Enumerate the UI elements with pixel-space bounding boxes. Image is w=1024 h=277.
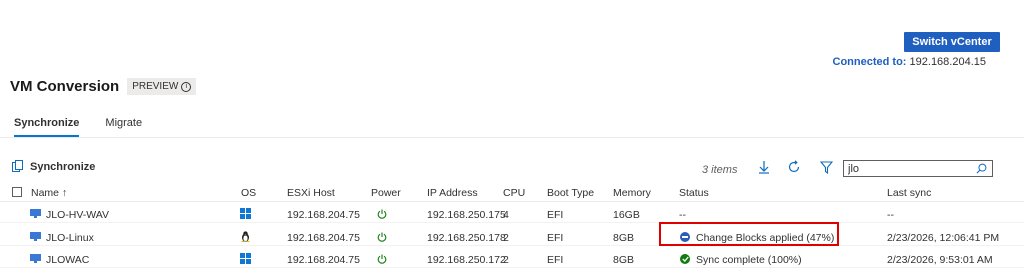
- vm-monitor-icon: [30, 254, 41, 263]
- status-text: --: [679, 209, 686, 221]
- vm-monitor-icon: [30, 232, 41, 241]
- items-count: 3 items: [702, 164, 738, 176]
- boot-type: EFI: [547, 254, 564, 266]
- cpu: 2: [503, 232, 509, 244]
- cpu: 2: [503, 254, 509, 266]
- refresh-icon[interactable]: [786, 159, 802, 175]
- sync-copy-icon: [12, 160, 23, 172]
- esxi-host: 192.168.204.75: [287, 209, 360, 221]
- windows-icon: [240, 208, 251, 219]
- power-on-icon: [377, 254, 387, 264]
- tab-bar: Synchronize Migrate: [14, 117, 168, 137]
- cpu: 4: [503, 209, 509, 221]
- tab-migrate[interactable]: Migrate: [105, 117, 142, 137]
- table-row[interactable]: JLO-HV-WAV 192.168.204.75 192.168.250.17…: [0, 205, 1024, 223]
- connected-value: 192.168.204.15: [909, 56, 986, 68]
- search-icon[interactable]: [976, 163, 987, 174]
- title-row: VM Conversion PREVIEW i: [10, 78, 197, 95]
- page-title: VM Conversion: [10, 78, 120, 95]
- column-header-cpu[interactable]: CPU: [503, 187, 525, 199]
- last-sync: 2/23/2026, 12:06:41 PM: [887, 232, 1000, 244]
- vm-name: JLO-HV-WAV: [46, 209, 110, 221]
- memory: 8GB: [613, 232, 635, 244]
- select-all-checkbox[interactable]: [12, 187, 22, 197]
- column-header-power[interactable]: Power: [371, 187, 401, 199]
- boot-type: EFI: [547, 209, 564, 221]
- tab-synchronize[interactable]: Synchronize: [14, 117, 80, 137]
- esxi-host: 192.168.204.75: [287, 232, 360, 244]
- preview-badge-label: PREVIEW: [132, 81, 179, 92]
- preview-badge[interactable]: PREVIEW i: [127, 78, 197, 95]
- last-sync: --: [887, 209, 894, 221]
- tab-divider: [0, 137, 1024, 138]
- esxi-host: 192.168.204.75: [287, 254, 360, 266]
- column-header-status[interactable]: Status: [679, 187, 709, 199]
- ip-address: 192.168.250.175: [427, 209, 506, 221]
- search-box[interactable]: [843, 160, 993, 177]
- column-header-ip-address[interactable]: IP Address: [427, 187, 478, 199]
- synchronize-action[interactable]: Synchronize: [12, 160, 95, 173]
- table-row[interactable]: JLOWAC 192.168.204.75 192.168.250.172 2 …: [0, 250, 1024, 268]
- download-icon[interactable]: [756, 159, 772, 175]
- boot-type: EFI: [547, 232, 564, 244]
- vm-monitor-icon: [30, 209, 41, 218]
- vm-name: JLOWAC: [46, 254, 90, 266]
- ip-address: 192.168.250.178: [427, 232, 506, 244]
- checkmark-icon: [680, 254, 690, 264]
- switch-vcenter-button[interactable]: Switch vCenter: [904, 32, 1000, 52]
- search-input[interactable]: [848, 162, 968, 175]
- power-on-icon: [377, 232, 387, 242]
- table-header: Name ↑ OS ESXi Host Power IP Address CPU…: [0, 182, 1024, 202]
- column-header-last-sync[interactable]: Last sync: [887, 187, 931, 199]
- last-sync: 2/23/2026, 9:53:01 AM: [887, 254, 993, 266]
- vm-name: JLO-Linux: [46, 232, 94, 244]
- linux-tux-icon: [241, 231, 250, 242]
- status-text: Sync complete (100%): [696, 254, 802, 266]
- filter-icon[interactable]: [818, 159, 834, 175]
- power-on-icon: [377, 209, 387, 219]
- connection-status: Connected to: 192.168.204.15: [833, 56, 986, 68]
- memory: 16GB: [613, 209, 640, 221]
- column-header-boot-type[interactable]: Boot Type: [547, 187, 594, 199]
- synchronize-label: Synchronize: [30, 160, 96, 173]
- memory: 8GB: [613, 254, 635, 266]
- ip-address: 192.168.250.172: [427, 254, 506, 266]
- column-header-memory[interactable]: Memory: [613, 187, 651, 199]
- table-row[interactable]: JLO-Linux 192.168.204.75 192.168.250.178…: [0, 228, 1024, 246]
- column-header-esxi-host[interactable]: ESXi Host: [287, 187, 335, 199]
- column-header-os[interactable]: OS: [241, 187, 256, 199]
- connected-label: Connected to:: [832, 56, 907, 68]
- highlight-annotation-box: [659, 222, 839, 246]
- windows-icon: [240, 253, 251, 264]
- info-icon[interactable]: i: [181, 81, 192, 92]
- column-header-name[interactable]: Name ↑: [31, 187, 67, 199]
